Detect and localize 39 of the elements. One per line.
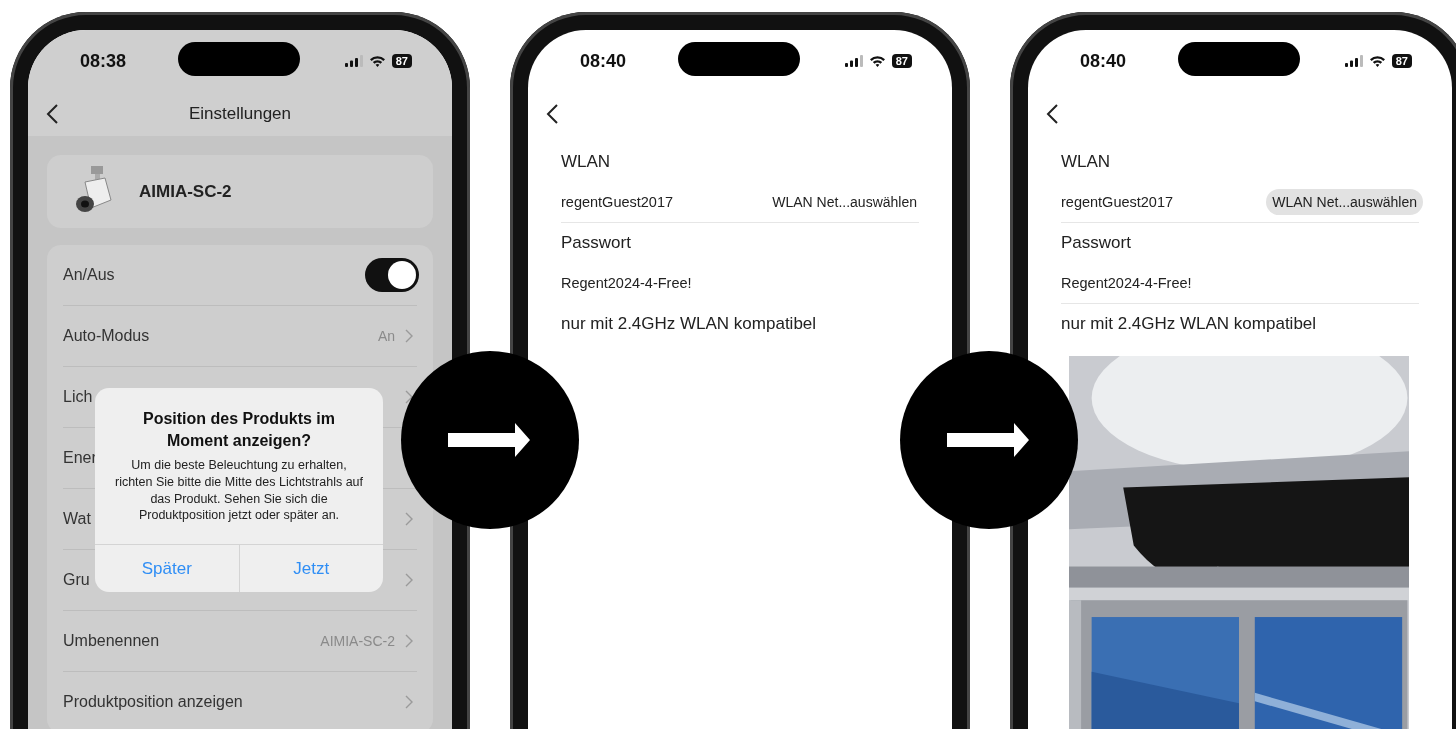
network-picker[interactable]: WLAN Net...auswählen — [766, 189, 923, 215]
settings-row[interactable]: An/Aus — [63, 245, 417, 306]
back-icon[interactable] — [45, 103, 59, 125]
password-field[interactable]: Regent2024-4-Free! — [561, 275, 692, 291]
back-icon[interactable] — [545, 103, 559, 125]
network-name: regentGuest2017 — [561, 194, 674, 210]
dialog-message: Um die beste Beleuchtung zu erhalten, richten Sie bitte die Mitte des Lichtstrahls auf das Produkt. Sehen Sie sich die Produktposition jetzt oder später an. — [113, 456, 364, 525]
signal-icon — [1344, 55, 1363, 67]
settings-row[interactable]: Auto-Modus An — [63, 306, 417, 367]
power-toggle[interactable] — [365, 258, 419, 292]
settings-row[interactable]: Umbenennen AIMIA-SC-2 — [63, 611, 417, 672]
status-time: 08:38 — [80, 50, 127, 72]
battery-indicator: 87 — [891, 54, 912, 68]
row-value: An — [377, 328, 395, 344]
back-icon[interactable] — [1045, 103, 1059, 125]
network-picker[interactable]: WLAN Net...auswählen — [1266, 189, 1423, 215]
wifi-note: nur mit 2.4GHz WLAN kompatibel — [561, 313, 818, 335]
device-card[interactable]: AIMIA-SC-2 — [47, 155, 433, 228]
network-name: regentGuest2017 — [1061, 194, 1174, 210]
wifi-icon — [368, 55, 386, 67]
section-label: WLAN — [561, 151, 612, 173]
battery-indicator: 87 — [391, 54, 412, 68]
status-time: 08:40 — [580, 50, 627, 72]
row-value: AIMIA-SC-2 — [320, 633, 395, 649]
device-name: AIMIA-SC-2 — [139, 181, 232, 202]
wifi-icon — [1368, 55, 1386, 67]
screen-title: Einstellungen — [188, 104, 292, 124]
dialog-title: Position des Produkts im Moment anzeigen? — [142, 409, 336, 452]
signal-icon — [344, 55, 363, 67]
section-label: Passwort — [561, 232, 632, 254]
wifi-icon — [868, 55, 886, 67]
section-label: WLAN — [1061, 151, 1112, 173]
section-label: Passwort — [1061, 232, 1132, 254]
wifi-note: nur mit 2.4GHz WLAN kompatibel — [1061, 313, 1318, 335]
password-field[interactable]: Regent2024-4-Free! — [1061, 275, 1192, 291]
settings-row[interactable]: Produktposition anzeigen — [63, 672, 417, 729]
status-time: 08:40 — [1080, 50, 1127, 72]
signal-icon — [844, 55, 863, 67]
battery-indicator: 87 — [1391, 54, 1412, 68]
